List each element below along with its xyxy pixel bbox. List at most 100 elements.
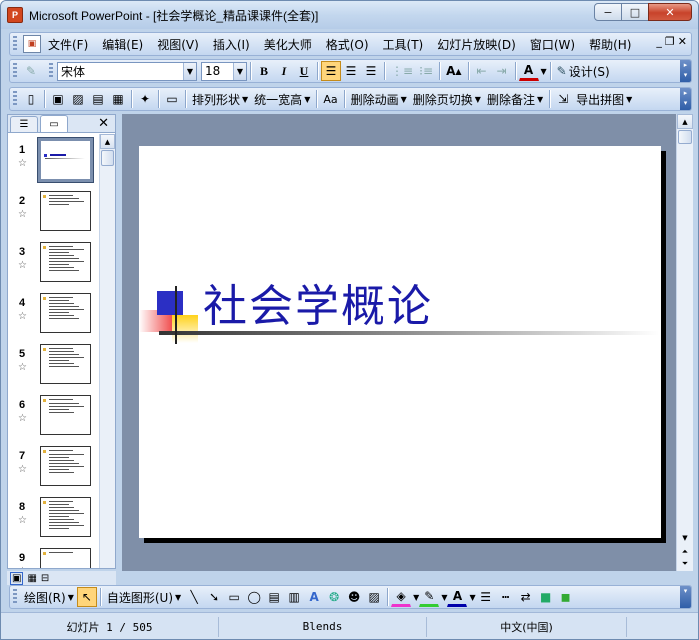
align-left-button[interactable]: ☰ bbox=[321, 61, 341, 81]
scroll-up-icon[interactable]: ▲ bbox=[677, 114, 693, 129]
bold-button[interactable]: B bbox=[254, 61, 274, 81]
scroll-down-icon[interactable]: ▼ bbox=[677, 534, 693, 543]
shadow-icon[interactable]: ■ bbox=[536, 587, 556, 607]
increase-indent-icon[interactable]: ⇥ bbox=[492, 61, 512, 81]
slide-thumbnail-row[interactable]: 9☆ bbox=[8, 548, 99, 568]
autoshapes-button[interactable]: 自选图形(U) ▼ bbox=[104, 589, 184, 606]
line-color-icon[interactable]: ✎ bbox=[419, 587, 440, 607]
numbered-list-icon[interactable]: ⋮≡ bbox=[388, 61, 416, 81]
slide-thumbnail[interactable] bbox=[40, 191, 91, 231]
toolbar-grip-icon[interactable] bbox=[13, 36, 17, 52]
menu-format[interactable]: 格式(O) bbox=[319, 36, 376, 53]
export-image-button[interactable]: 导出拼图 ▼ bbox=[573, 91, 635, 108]
delete-transition-button[interactable]: 删除页切换 ▼ bbox=[410, 91, 484, 108]
new-slide-icon[interactable]: ▯ bbox=[21, 89, 41, 109]
slide-thumbnail-row[interactable]: 4 ☆ bbox=[8, 293, 99, 339]
chevron-down-icon[interactable]: ▼ bbox=[541, 67, 547, 76]
doc-minimize-button[interactable]: _ bbox=[656, 35, 662, 48]
menu-view[interactable]: 视图(V) bbox=[150, 36, 206, 53]
toolbar-grip-icon[interactable] bbox=[13, 63, 17, 79]
slide-thumbnail[interactable] bbox=[40, 344, 91, 384]
font-color-icon[interactable]: A bbox=[447, 587, 468, 607]
doc-close-button[interactable]: ✕ bbox=[678, 35, 687, 48]
chevron-down-icon[interactable]: ▼ bbox=[183, 62, 196, 80]
insert-picture-icon[interactable]: ▨ bbox=[364, 587, 384, 607]
design-button[interactable]: ✎ 设计(S) bbox=[554, 63, 613, 80]
wordart-icon[interactable]: A bbox=[304, 587, 324, 607]
decrease-indent-icon[interactable]: ⇤ bbox=[472, 61, 492, 81]
arrow-style-icon[interactable]: ⇄ bbox=[516, 587, 536, 607]
toolbar-options-icon[interactable]: ▸ ▾ bbox=[680, 60, 691, 82]
doc-restore-button[interactable]: ❐ bbox=[665, 35, 675, 48]
uniform-width-button[interactable]: 统一宽高 ▼ bbox=[251, 91, 313, 108]
textbox-icon[interactable]: ▤ bbox=[264, 587, 284, 607]
scroll-up-icon[interactable]: ▲ bbox=[100, 134, 115, 149]
oval-icon[interactable]: ◯ bbox=[244, 587, 264, 607]
document-icon[interactable]: ▣ bbox=[23, 35, 41, 53]
format-painter-icon[interactable]: ✎ bbox=[21, 61, 41, 81]
arrange-shapes-button[interactable]: 排列形状 ▼ bbox=[189, 91, 251, 108]
insert-table-icon[interactable]: ▦ bbox=[108, 89, 128, 109]
slide-thumbnail-row[interactable]: 3 ☆ bbox=[8, 242, 99, 288]
clipart-icon[interactable]: ☻ bbox=[344, 587, 364, 607]
toolbar-options-icon[interactable]: ▾ bbox=[680, 586, 691, 608]
slide-sorter-icon[interactable]: ▦ bbox=[27, 573, 36, 584]
slide-title[interactable]: 社会学概论 bbox=[203, 270, 433, 334]
slide-thumbnail[interactable] bbox=[40, 242, 91, 282]
fill-color-icon[interactable]: ◈ bbox=[391, 587, 412, 607]
slide-thumbnail-row[interactable]: 6 ☆ bbox=[8, 395, 99, 441]
scrollbar-thumb[interactable] bbox=[101, 150, 114, 166]
toolbar-options-icon[interactable]: ▸ ▾ bbox=[680, 88, 691, 110]
rectangle-icon[interactable]: ▭ bbox=[224, 587, 244, 607]
menu-edit[interactable]: 编辑(E) bbox=[95, 36, 150, 53]
toolbar-grip-icon[interactable] bbox=[13, 91, 17, 107]
slide-thumbnail[interactable] bbox=[40, 548, 91, 568]
tab-slides[interactable]: ▭ bbox=[40, 115, 68, 132]
draw-menu-button[interactable]: 绘图(R) ▼ bbox=[21, 589, 77, 606]
slide-thumbnail-row[interactable]: 8 ☆ bbox=[8, 497, 99, 543]
font-color-icon[interactable]: A bbox=[518, 61, 539, 81]
current-slide[interactable]: 社会学概论 bbox=[139, 146, 661, 538]
close-icon[interactable]: ✕ bbox=[98, 116, 109, 131]
3d-style-icon[interactable]: ◼ bbox=[556, 587, 576, 607]
select-pointer-icon[interactable]: ↖ bbox=[76, 587, 97, 607]
insert-media-icon[interactable]: ▤ bbox=[88, 89, 108, 109]
slide-scrollbar[interactable]: ▲ ▼ ⏶ ⏷ bbox=[676, 114, 693, 571]
underline-button[interactable]: U bbox=[294, 61, 314, 81]
bulleted-list-icon[interactable]: ⁝≡ bbox=[416, 61, 436, 81]
normal-view-icon[interactable]: ▣ bbox=[10, 571, 24, 585]
menu-beautify[interactable]: 美化大师 bbox=[257, 36, 319, 53]
export-icon[interactable]: ⇲ bbox=[553, 89, 573, 109]
insert-image-icon[interactable]: ▨ bbox=[68, 89, 88, 109]
delete-notes-button[interactable]: 删除备注 ▼ bbox=[484, 91, 546, 108]
menu-help[interactable]: 帮助(H) bbox=[582, 36, 638, 53]
page-icon[interactable]: ▭ bbox=[162, 89, 182, 109]
menu-window[interactable]: 窗口(W) bbox=[523, 36, 582, 53]
slide-thumbnail-row[interactable]: 1 ☆ bbox=[8, 137, 99, 186]
previous-slide-icon[interactable]: ⏶ bbox=[677, 547, 693, 557]
delete-animation-button[interactable]: 删除动画 ▼ bbox=[348, 91, 410, 108]
next-slide-icon[interactable]: ⏷ bbox=[677, 559, 693, 569]
font-name-select[interactable]: 宋体 ▼ bbox=[57, 61, 197, 81]
menu-file[interactable]: 文件(F) bbox=[41, 36, 95, 53]
slide-thumbnail[interactable] bbox=[40, 395, 91, 435]
slideshow-icon[interactable]: ⊟ bbox=[41, 573, 49, 584]
diagram-icon[interactable]: ❂ bbox=[324, 587, 344, 607]
tab-outline[interactable]: ☰ bbox=[10, 116, 38, 132]
chevron-down-icon[interactable]: ▼ bbox=[233, 62, 246, 80]
line-style-icon[interactable]: ☰ bbox=[476, 587, 496, 607]
slide-thumbnail[interactable] bbox=[40, 293, 91, 333]
insert-picture-icon[interactable]: ▣ bbox=[48, 89, 68, 109]
line-icon[interactable]: ╲ bbox=[184, 587, 204, 607]
italic-button[interactable]: I bbox=[274, 61, 294, 81]
slide-thumbnail-row[interactable]: 2 ☆ bbox=[8, 191, 99, 237]
align-center-button[interactable]: ☰ bbox=[341, 61, 361, 81]
increase-font-icon[interactable]: A ▲ bbox=[443, 61, 464, 81]
arrow-icon[interactable]: ➘ bbox=[204, 587, 224, 607]
slide-thumbnail-row[interactable]: 7 ☆ bbox=[8, 446, 99, 492]
toolbar-grip-icon[interactable] bbox=[49, 63, 53, 79]
maximize-button[interactable]: □ bbox=[621, 3, 649, 21]
scrollbar-thumb[interactable] bbox=[678, 130, 692, 144]
menu-insert[interactable]: 插入(I) bbox=[206, 36, 257, 53]
menu-tools[interactable]: 工具(T) bbox=[376, 36, 431, 53]
